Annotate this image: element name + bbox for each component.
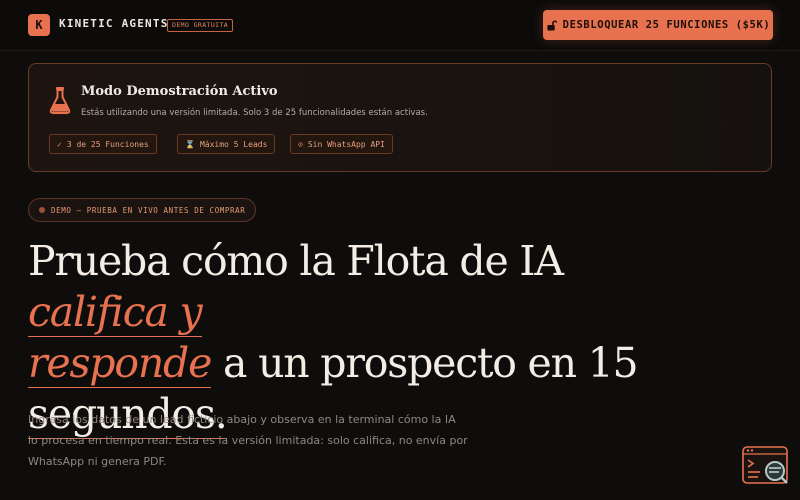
unlock-button-label: DESBLOQUEAR 25 FUNCIONES ($5K) — [562, 19, 771, 31]
chip-label: Sin WhatsApp API — [307, 139, 385, 149]
check-icon: ✓ — [57, 139, 62, 149]
brand-name: KINETIC AGENTS — [59, 17, 169, 30]
chip-no-whatsapp: ⊘ Sin WhatsApp API — [290, 134, 393, 154]
logo[interactable]: K — [28, 14, 50, 36]
status-dot — [39, 207, 45, 213]
logo-letter: K — [35, 18, 43, 32]
top-bar: K KINETIC AGENTS DEMO GRATUITA DESBLOQUE… — [0, 0, 800, 51]
demo-card-subtitle: Estás utilizando una versión limitada. S… — [81, 108, 428, 118]
chip-label: 3 de 25 Funciones — [66, 139, 149, 149]
chip-max-leads: ⌛ Máximo 5 Leads — [177, 134, 276, 154]
unlock-features-button[interactable]: DESBLOQUEAR 25 FUNCIONES ($5K) — [543, 10, 773, 40]
chip-label: Máximo 5 Leads — [199, 139, 268, 149]
chip-features: ✓ 3 de 25 Funciones — [49, 134, 157, 154]
demo-card-title: Modo Demostración Activo — [81, 84, 278, 99]
flask-icon — [49, 87, 71, 114]
hero-text-2: a un prospecto en 15 — [211, 339, 639, 387]
hero-text-1: Prueba cómo la Flota de IA — [28, 237, 564, 285]
live-demo-tag: DEMO — PRUEBA EN VIVO ANTES DE COMPRAR — [28, 198, 257, 222]
hero-highlight-1: califica y — [28, 288, 203, 337]
demo-badge: DEMO GRATUITA — [167, 19, 234, 32]
hourglass-icon: ⌛ — [185, 139, 195, 149]
demo-mode-card: Modo Demostración Activo Estás utilizand… — [28, 63, 772, 172]
ban-icon: ⊘ — [298, 139, 303, 149]
hero-description: Ingresa los datos de un lead ficticio ab… — [28, 413, 468, 468]
lock-open-icon — [547, 20, 557, 31]
terminal-search-icon[interactable] — [742, 446, 790, 486]
hero-highlight-2: responde — [28, 339, 212, 388]
tag-label: DEMO — PRUEBA EN VIVO ANTES DE COMPRAR — [51, 205, 246, 215]
